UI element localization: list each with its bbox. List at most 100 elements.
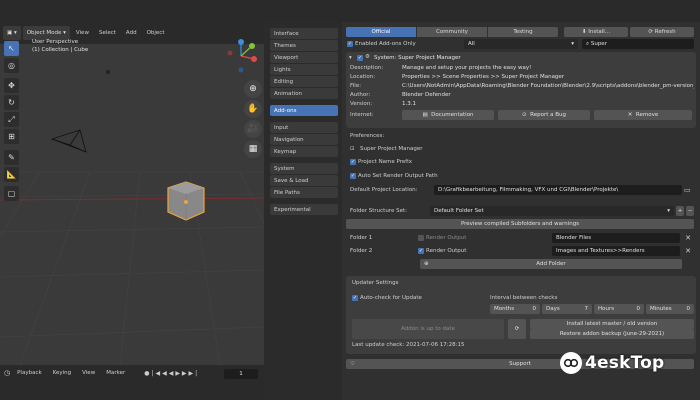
- menu-timeline-view[interactable]: View: [78, 370, 99, 376]
- sidebar-item-system[interactable]: System: [270, 163, 338, 174]
- add-folder-label: Add Folder: [536, 261, 566, 267]
- check-update-refresh-icon[interactable]: ⟳: [508, 319, 526, 339]
- project-name-prefix-checkbox[interactable]: ✓: [350, 159, 356, 165]
- folder1-name-field[interactable]: Blender Files: [552, 233, 680, 243]
- timeline[interactable]: ◷ Playback Keying View Marker ●|◀◀◀▶▶▶| …: [0, 365, 264, 400]
- expand-arrow-icon[interactable]: ▾: [349, 55, 352, 61]
- category-dropdown[interactable]: All ▾: [464, 39, 578, 49]
- interval-hours-field[interactable]: Hours 0: [594, 304, 644, 314]
- file-browser-icon[interactable]: ▭: [684, 186, 691, 194]
- 3d-viewport[interactable]: ▣ ▾ Object Mode ▾ View Select Add Object…: [0, 22, 264, 365]
- interval-minutes-field[interactable]: Minutes 0: [646, 304, 694, 314]
- menu-keying[interactable]: Keying: [49, 370, 75, 376]
- install-button[interactable]: ⬇ Install...: [564, 27, 628, 37]
- report-bug-button[interactable]: ⊙ Report a Bug: [498, 110, 590, 120]
- camera-view-icon[interactable]: 🎥: [244, 120, 262, 138]
- viewport-collection-text: (1) Collection | Cube: [32, 47, 89, 53]
- interval-days-field[interactable]: Days 7: [542, 304, 592, 314]
- zoom-icon[interactable]: ⊕: [244, 80, 262, 98]
- preferences-heading: Preferences:: [350, 133, 385, 139]
- add-set-button[interactable]: +: [676, 206, 684, 216]
- watermark: 4eskTop: [560, 352, 664, 374]
- sidebar-item-navigation[interactable]: Navigation: [270, 134, 338, 145]
- sidebar-item-experimental[interactable]: Experimental: [270, 204, 338, 215]
- documentation-button[interactable]: ▤ Documentation: [402, 110, 494, 120]
- minutes-label: Minutes: [650, 306, 672, 312]
- menu-marker[interactable]: Marker: [102, 370, 129, 376]
- select-tool-icon[interactable]: ↖: [4, 41, 19, 56]
- mode-dropdown[interactable]: Object Mode ▾: [22, 26, 70, 40]
- sidebar-item-save-load[interactable]: Save & Load: [270, 175, 338, 186]
- add-cube-tool-icon[interactable]: ▢: [4, 186, 19, 201]
- sidebar-item-editing[interactable]: Editing: [270, 76, 338, 87]
- author-label: Author:: [350, 92, 371, 98]
- tab-community[interactable]: Community: [417, 27, 487, 37]
- default-location-label: Default Project Location:: [350, 187, 418, 193]
- current-frame-field[interactable]: 1: [224, 369, 258, 379]
- auto-set-render-checkbox[interactable]: ✓: [350, 173, 356, 179]
- scale-tool-icon[interactable]: ⤢: [4, 112, 19, 127]
- axis-gizmo[interactable]: [222, 37, 260, 75]
- editor-type-button[interactable]: ▣ ▾: [3, 26, 21, 40]
- plugin-icon: ⚙: [365, 54, 370, 60]
- transform-tool-icon[interactable]: ⊞: [4, 129, 19, 144]
- days-value: 7: [584, 306, 589, 312]
- rotate-tool-icon[interactable]: ↻: [4, 95, 19, 110]
- tab-official[interactable]: Official: [346, 27, 416, 37]
- interval-months-field[interactable]: Months 0: [490, 304, 540, 314]
- sidebar-item-animation[interactable]: Animation: [270, 88, 338, 99]
- pan-hand-icon[interactable]: ✋: [244, 100, 262, 118]
- folder-icon: ⊡: [350, 146, 355, 152]
- remove-set-button[interactable]: −: [686, 206, 694, 216]
- sidebar-item-themes[interactable]: Themes: [270, 40, 338, 51]
- remove-label: Remove: [635, 112, 659, 118]
- auto-check-checkbox[interactable]: ✓: [352, 295, 358, 301]
- watermark-logo-icon: [560, 352, 582, 374]
- measure-tool-icon[interactable]: 📐: [4, 167, 19, 182]
- search-input[interactable]: ⌕ Super: [582, 39, 694, 49]
- folder1-label: Folder 1: [350, 235, 373, 241]
- menu-select[interactable]: Select: [95, 30, 120, 36]
- documentation-label: Documentation: [431, 112, 474, 118]
- folder-structure-dropdown[interactable]: Default Folder Set ▾: [430, 206, 674, 216]
- refresh-button[interactable]: ⟳ Refresh: [630, 27, 694, 37]
- sidebar-item-add-ons[interactable]: Add-ons: [270, 105, 338, 116]
- menu-add[interactable]: Add: [122, 30, 141, 36]
- timeline-menus: ◷ Playback Keying View Marker ●|◀◀◀▶▶▶|: [4, 369, 199, 377]
- tab-testing[interactable]: Testing: [488, 27, 558, 37]
- up-to-date-button: Addon is up to date: [352, 319, 504, 339]
- sidebar-item-file-paths[interactable]: File Paths: [270, 187, 338, 198]
- default-location-field[interactable]: D:\Grafikbearbeitung, Filmmaking, VFX un…: [434, 185, 682, 195]
- close-icon: ✕: [627, 112, 636, 118]
- menu-playback[interactable]: Playback: [13, 370, 46, 376]
- annotate-tool-icon[interactable]: ✎: [4, 150, 19, 165]
- sidebar-item-lights[interactable]: Lights: [270, 64, 338, 75]
- folder1-remove-icon[interactable]: ✕: [684, 233, 692, 243]
- grid-view-icon[interactable]: ▦: [244, 140, 262, 158]
- chevron-down-icon: ▾: [571, 41, 574, 47]
- folder2-remove-icon[interactable]: ✕: [684, 246, 692, 256]
- folder1-render-checkbox[interactable]: [418, 235, 424, 241]
- sidebar-item-keymap[interactable]: Keymap: [270, 146, 338, 157]
- folder2-render-checkbox[interactable]: ✓: [418, 248, 424, 254]
- folder1-render-label: Render Output: [426, 235, 467, 241]
- addon-enabled-checkbox[interactable]: ✓: [357, 55, 363, 61]
- install-version-button[interactable]: Install latest master / old version: [530, 319, 694, 329]
- enabled-only-checkbox[interactable]: ✓: [347, 41, 353, 47]
- preview-subfolders-button[interactable]: Preview compiled Subfolders and warnings: [346, 219, 694, 229]
- cursor-tool-icon[interactable]: ◎: [4, 58, 19, 73]
- auto-check-label: Auto-check for Update: [360, 295, 422, 301]
- menu-view[interactable]: View: [72, 30, 93, 36]
- menu-object[interactable]: Object: [143, 30, 169, 36]
- sidebar-item-viewport[interactable]: Viewport: [270, 52, 338, 63]
- playback-controls-icon[interactable]: ●|◀◀◀▶▶▶|: [144, 370, 199, 377]
- add-folder-button[interactable]: ⊕ Add Folder: [420, 259, 682, 269]
- restore-backup-button[interactable]: Restore addon backup (june-29-2021): [530, 329, 694, 339]
- remove-button[interactable]: ✕ Remove: [594, 110, 692, 120]
- move-tool-icon[interactable]: ✥: [4, 78, 19, 93]
- sidebar-item-interface[interactable]: Interface: [270, 28, 338, 39]
- sidebar-item-input[interactable]: Input: [270, 122, 338, 133]
- interval-label: Interval between checks: [490, 295, 558, 301]
- timeline-editor-icon[interactable]: ◷: [4, 369, 10, 377]
- folder2-name-field[interactable]: Images and Textures>>Renders: [552, 246, 680, 256]
